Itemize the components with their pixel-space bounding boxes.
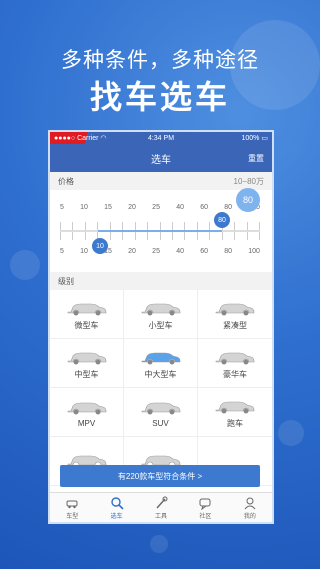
tab-label: 社区 — [199, 513, 212, 520]
price-tick-label: 25 — [152, 248, 160, 255]
mpv-icon — [67, 402, 106, 414]
car-type-label: 中型车 — [74, 369, 99, 379]
car-type-label: 豪华车 — [223, 369, 247, 379]
status-bar: ●●●●○ Carrier ◠ 4:34 PM 100% ▭ — [50, 132, 272, 172]
car-type-option[interactable]: 紧凑型 — [198, 290, 272, 339]
price-tick-label: 25 — [152, 204, 160, 211]
price-slider[interactable]: 510152025406080100 510152025406080100 80… — [50, 188, 272, 272]
level-label: 级别 — [58, 276, 74, 286]
price-tick-label: 10 — [80, 204, 88, 211]
price-tick-label: 40 — [176, 204, 184, 211]
price-ticks-top: 510152025406080100 — [60, 204, 260, 211]
car-type-label: 跑车 — [227, 418, 243, 428]
car-type-option[interactable]: 跑车 — [198, 388, 272, 437]
chat-icon — [199, 498, 211, 510]
price-tick-label: 60 — [200, 248, 208, 255]
price-ticks-bottom: 5 10 15 20 25 40 60 80 100 — [60, 248, 260, 255]
tab-car[interactable]: 车型 — [50, 493, 94, 522]
car-type-label: 小型车 — [148, 320, 173, 330]
price-tick-label: 5 — [60, 204, 64, 211]
tab-search[interactable]: 选车 — [94, 493, 138, 522]
car-type-option[interactable]: 豪华车 — [198, 339, 272, 388]
car-type-option[interactable]: 微型车 — [50, 290, 124, 339]
decorative-bubble — [278, 420, 304, 446]
price-section-header: 价格 10−80万 — [50, 172, 272, 190]
large-car-icon — [141, 352, 180, 364]
tab-label: 工具 — [155, 513, 168, 520]
price-tick-label: 80 — [224, 248, 233, 255]
mini-car-icon — [67, 303, 106, 315]
price-tick-label: 60 — [200, 204, 208, 211]
tab-bar: 车型 选车 工具 社区 我的 — [50, 492, 272, 522]
car-type-option[interactable]: MPV — [50, 388, 124, 437]
tools-icon — [156, 496, 168, 508]
car-type-option[interactable]: SUV — [124, 388, 198, 437]
decorative-bubble — [150, 535, 168, 553]
price-range-label: 10−80万 — [233, 176, 264, 186]
small-car-icon — [141, 303, 180, 315]
car-type-label: 微型车 — [74, 320, 99, 330]
result-button[interactable]: 有220款车型符合条件 > — [60, 465, 260, 487]
clock: 4:34 PM — [147, 134, 175, 142]
user-icon — [244, 497, 256, 509]
nav-bar: 选车 重置 — [50, 144, 272, 172]
tab-label: 车型 — [66, 513, 79, 520]
price-tick-label: 80 — [224, 204, 233, 211]
tab-tools[interactable]: 工具 — [139, 493, 183, 522]
price-tick-label: 100 — [248, 248, 260, 255]
promo-title: 找车选车 — [89, 79, 230, 115]
page-title: 选车 — [151, 154, 171, 166]
min-price-handle[interactable]: 10 — [92, 238, 108, 254]
tab-user[interactable]: 我的 — [228, 493, 272, 522]
car-type-option[interactable]: 中大型车 — [124, 339, 198, 388]
car-type-option[interactable]: 小型车 — [124, 290, 198, 339]
wifi-icon: ◠ — [100, 135, 107, 142]
carrier-label: ●●●●○ Carrier — [54, 135, 101, 142]
price-tick-label: 10 — [80, 248, 88, 255]
search-icon — [110, 496, 124, 510]
car-icon — [66, 500, 78, 508]
slider-selected-range — [98, 230, 222, 232]
reset-button[interactable]: 重置 — [248, 153, 264, 164]
price-tick-label: 20 — [128, 248, 136, 255]
car-type-grid: 微型车 小型车 紧凑型中型车 中大型车 豪华车 MPV SUV 跑车 — [50, 290, 272, 486]
battery-level: 100% — [241, 135, 260, 142]
tab-label: 我的 — [243, 513, 256, 520]
suv-icon — [141, 402, 180, 414]
sports-car-icon — [215, 401, 255, 413]
price-tick-label: 20 — [128, 204, 136, 211]
price-tick-label: 40 — [176, 248, 184, 255]
tab-label: 选车 — [110, 513, 123, 520]
car-type-label: MPV — [77, 418, 96, 428]
phone-screen: ●●●●○ Carrier ◠ 4:34 PM 100% ▭ 选车 重置 价格 … — [48, 130, 274, 524]
price-value-bubble: 80 — [236, 188, 260, 212]
car-type-label: SUV — [152, 418, 169, 428]
car-type-label: 中大型车 — [144, 369, 177, 379]
level-section-header: 级别 — [50, 272, 272, 290]
price-tick-label: 15 — [104, 204, 112, 211]
price-tick-label: 5 — [60, 248, 64, 255]
price-label: 价格 — [58, 176, 74, 186]
decorative-bubble — [10, 250, 40, 280]
compact-car-icon — [215, 303, 255, 315]
luxury-car-icon — [215, 352, 255, 364]
battery-icon: ▭ — [261, 135, 268, 142]
tab-chat[interactable]: 社区 — [183, 493, 227, 522]
car-type-option[interactable]: 中型车 — [50, 339, 124, 388]
car-type-label: 紧凑型 — [223, 320, 247, 330]
midsize-car-icon — [67, 352, 106, 364]
promo-subtitle: 多种条件，多种途径 — [61, 49, 259, 72]
max-price-handle[interactable]: 80 — [214, 212, 230, 228]
